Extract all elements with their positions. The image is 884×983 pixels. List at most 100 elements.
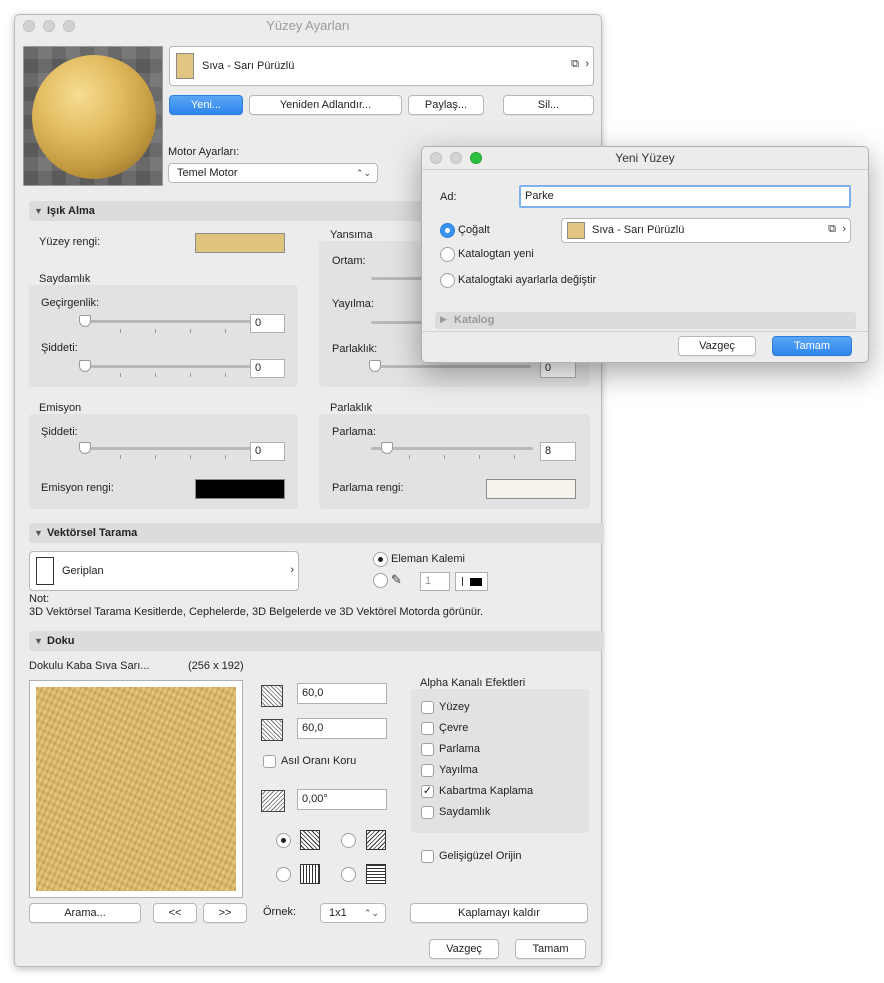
surface-color-swatch[interactable] [195,233,285,253]
dialog-minimize-button[interactable] [450,152,462,164]
keep-ratio-checkbox[interactable] [263,755,276,768]
chevron-right-icon: › [290,564,294,576]
duplicate-source-selector[interactable]: Sıva - Sarı Pürüzlü ⧉ › [561,218,851,243]
alpha-bump-checkbox[interactable]: ✓ [421,785,434,798]
texture-angle-field[interactable]: 0,00° [297,789,387,810]
specular-label: Parlaklık: [332,343,378,355]
alpha-diffuse-checkbox[interactable] [421,764,434,777]
emission-intensity-field[interactable]: 0 [250,442,285,461]
pen-color-picker[interactable] [455,572,488,591]
replace-catalog-label: Katalogtaki ayarlarla değiştir [458,274,597,286]
section-vector-title: Vektörsel Tarama [47,527,138,539]
pattern-radio-2[interactable] [341,833,356,848]
texture-height-field[interactable]: 60,0 [297,718,387,739]
transmission-slider-thumb[interactable] [79,315,91,327]
specular-slider[interactable] [371,365,531,368]
pen-icon: ✎ [391,572,402,587]
catalog-section[interactable]: ▶ Katalog [435,312,856,329]
pen-number-field[interactable]: 1 [420,572,450,591]
duplicate-radio[interactable] [440,223,455,238]
texture-size: (256 x 192) [188,660,244,672]
transmission-label: Geçirgenlik: [41,297,100,309]
fill-swatch [36,557,54,585]
share-button[interactable]: Paylaş... [408,95,484,115]
element-pen-radio[interactable] [373,552,388,567]
transparency-intensity-thumb[interactable] [79,360,91,372]
texture-search-button[interactable]: Arama... [29,903,141,923]
note-text: 3D Vektörsel Tarama Kesitlerde, Cepheler… [29,606,484,618]
remove-texture-button[interactable]: Kaplamayı kaldır [410,903,588,923]
alpha-shine-checkbox[interactable] [421,743,434,756]
texture-height-icon [261,719,283,741]
dialog-cancel-button[interactable]: Vazgeç [678,336,756,356]
close-window-button[interactable] [23,20,35,32]
chevron-updown-icon: ⌃⌄ [355,168,371,178]
transparency-intensity-field[interactable]: 0 [250,359,285,378]
texture-next-button[interactable]: >> [203,903,247,923]
pattern-radio-4[interactable] [341,867,356,882]
section-vector[interactable]: ▼ Vektörsel Tarama [29,523,604,543]
transparency-intensity-slider[interactable] [85,365,255,368]
emission-color-swatch[interactable] [195,479,285,499]
cancel-button[interactable]: Vazgeç [429,939,499,959]
material-preview [23,46,163,186]
section-lighting-title: Işık Alma [47,205,95,217]
ok-button[interactable]: Tamam [515,939,586,959]
texture-width-field[interactable]: 60,0 [297,683,387,704]
transparency-title: Saydamlık [39,273,91,285]
rename-button[interactable]: Yeniden Adlandır... [249,95,402,115]
random-origin-checkbox[interactable] [421,850,434,863]
name-input[interactable]: Parke [519,185,851,208]
texture-image [36,687,236,891]
specular-slider-thumb[interactable] [369,360,381,372]
shine-color-label: Parlama rengi: [332,482,404,494]
alpha-bump-label: Kabartma Kaplama [439,785,534,797]
chevron-right-icon: › [585,58,589,70]
pattern-diagonal-icon [366,830,386,850]
pattern-radio-1[interactable] [276,833,291,848]
dialog-ok-button[interactable]: Tamam [772,336,852,356]
new-button[interactable]: Yeni... [169,95,243,115]
shine-label: Parlama: [332,426,377,438]
shine-slider[interactable] [371,447,533,450]
shine-color-swatch[interactable] [486,479,576,499]
dialog-zoom-button[interactable] [470,152,482,164]
material-picker-icon: ⧉ [571,58,579,70]
alpha-transparency-checkbox[interactable] [421,806,434,819]
disclosure-triangle-icon: ▼ [34,636,43,646]
surface-color-label: Yüzey rengi: [39,236,101,248]
section-texture[interactable]: ▼ Doku [29,631,604,651]
transparency-intensity-label: Şiddeti: [41,342,78,354]
transmission-slider[interactable] [85,320,255,323]
reflection-title: Yansıma [330,229,373,241]
name-label: Ad: [440,191,457,203]
custom-pen-radio[interactable] [373,573,388,588]
sample-label: Örnek: [263,906,297,918]
zoom-window-button[interactable] [63,20,75,32]
ambient-label: Ortam: [332,255,366,267]
alpha-surface-checkbox[interactable] [421,701,434,714]
surface-selector[interactable]: Sıva - Sarı Pürüzlü ⧉ › [169,46,594,86]
texture-prev-button[interactable]: << [153,903,197,923]
emission-title: Emisyon [39,402,82,414]
engine-select[interactable]: Temel Motor ⌃⌄ [168,163,378,183]
from-catalog-radio[interactable] [440,247,455,262]
texture-preview [29,680,243,898]
vector-fill-selector[interactable]: Geriplan › [29,551,299,591]
sample-select[interactable]: 1x1 ⌃⌄ [320,903,386,923]
alpha-effects-group: Yüzey Çevre Parlama Yayılma ✓ Kabartma K… [411,689,589,833]
note-label: Not: [29,593,50,605]
emission-intensity-slider[interactable] [85,447,255,450]
minimize-window-button[interactable] [43,20,55,32]
shine-field[interactable]: 8 [540,442,576,461]
shine-slider-thumb[interactable] [381,442,393,454]
transmission-field[interactable]: 0 [250,314,285,333]
alpha-environment-checkbox[interactable] [421,722,434,735]
emission-intensity-thumb[interactable] [79,442,91,454]
alpha-effects-title: Alpha Kanalı Efektleri [420,677,526,689]
fill-name: Geriplan [62,565,104,577]
delete-button[interactable]: Sil... [503,95,594,115]
dialog-close-button[interactable] [430,152,442,164]
replace-catalog-radio[interactable] [440,273,455,288]
pattern-radio-3[interactable] [276,867,291,882]
